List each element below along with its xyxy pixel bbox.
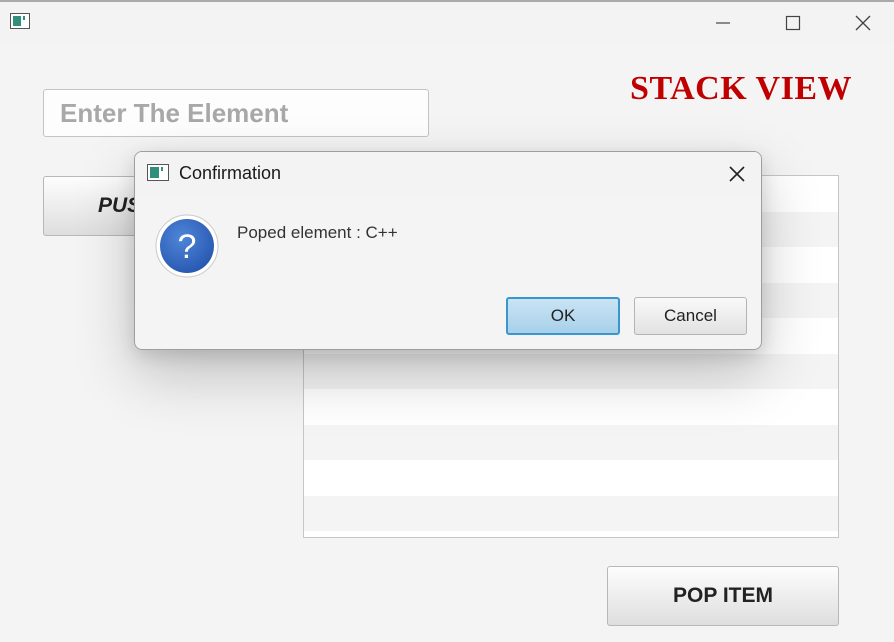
element-input[interactable] xyxy=(43,89,429,137)
list-row xyxy=(304,389,838,425)
app-icon xyxy=(10,13,30,29)
question-icon: ? xyxy=(155,214,219,278)
close-icon xyxy=(729,166,745,182)
confirmation-dialog: Confirmation ? Poped element : C++ OK Ca… xyxy=(134,151,762,350)
dialog-close-button[interactable] xyxy=(725,162,749,186)
dialog-title-bar: Confirmation xyxy=(135,152,761,196)
list-row xyxy=(304,460,838,496)
title-bar xyxy=(0,0,894,44)
list-row xyxy=(304,495,838,531)
app-icon xyxy=(147,164,169,181)
stack-view-title: STACK VIEW xyxy=(630,70,852,107)
dialog-title: Confirmation xyxy=(179,163,282,183)
minimize-icon xyxy=(716,22,730,24)
cancel-button[interactable]: Cancel xyxy=(634,297,747,335)
close-button[interactable] xyxy=(840,8,886,38)
close-icon xyxy=(855,15,871,31)
minimize-button[interactable] xyxy=(700,8,746,38)
svg-text:?: ? xyxy=(178,228,197,266)
list-row xyxy=(304,531,838,537)
maximize-button[interactable] xyxy=(770,8,816,38)
maximize-icon xyxy=(785,15,801,31)
list-row xyxy=(304,353,838,389)
pop-item-button[interactable]: POP ITEM xyxy=(607,566,839,626)
window-top-border xyxy=(0,0,894,2)
ok-button[interactable]: OK xyxy=(506,297,620,335)
dialog-message: Poped element : C++ xyxy=(237,223,398,242)
list-row xyxy=(304,424,838,460)
